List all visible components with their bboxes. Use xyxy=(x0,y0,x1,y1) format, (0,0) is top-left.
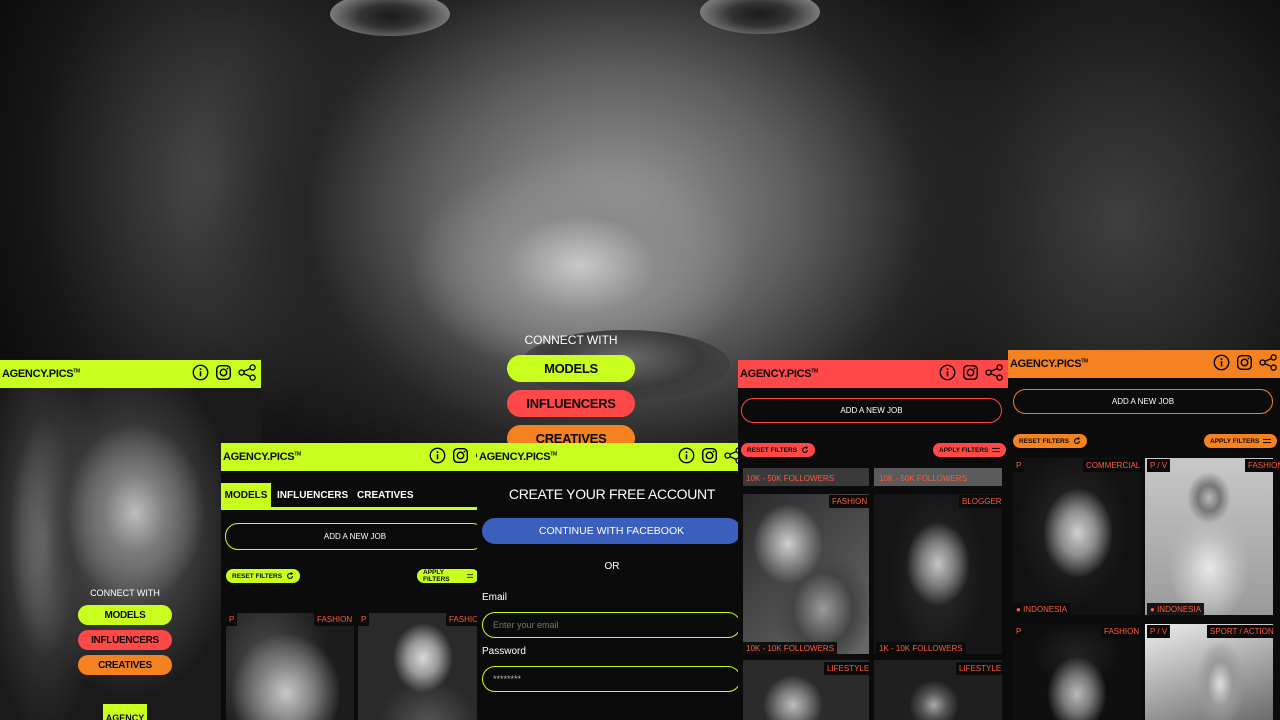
tab-models[interactable]: MODELS xyxy=(221,483,271,507)
apply-filters-button[interactable]: APPLY FILTERS xyxy=(1204,434,1278,448)
info-icon[interactable] xyxy=(678,447,695,464)
refresh-icon xyxy=(287,572,294,579)
share-icon[interactable] xyxy=(238,364,257,381)
refresh-icon xyxy=(802,446,809,453)
top-bar: AGENCY.PICSTM xyxy=(1008,350,1280,378)
share-icon[interactable] xyxy=(1259,354,1278,371)
hero-connect-with-label: CONNECT WITH xyxy=(524,333,618,347)
signup-panel: AGENCY.PICSTM CREATE YOUR FREE ACCOUNT C… xyxy=(477,443,747,720)
tab-underline xyxy=(221,507,479,510)
card-category-tag: BLOGGER xyxy=(959,495,1005,508)
sliders-icon xyxy=(466,574,473,578)
info-icon[interactable] xyxy=(429,447,446,464)
card-category-tag: LIFESTYLE xyxy=(824,662,873,675)
reset-filters-button[interactable]: RESET FILTERS xyxy=(1013,434,1088,448)
tab-creatives[interactable]: CREATIVES xyxy=(357,483,414,507)
location-tag: ● INDONESIA xyxy=(1147,603,1205,616)
instagram-icon[interactable] xyxy=(962,364,979,381)
creative-card-photo xyxy=(1145,458,1273,615)
password-label: Password xyxy=(482,646,526,657)
card-type-badge: P xyxy=(358,613,370,626)
info-icon[interactable] xyxy=(1213,354,1230,371)
instagram-icon[interactable] xyxy=(215,364,232,381)
instagram-icon[interactable] xyxy=(701,447,718,464)
card-category-tag: FASHION xyxy=(1101,625,1143,638)
landing-connect-with-label: CONNECT WITH xyxy=(90,588,160,598)
apply-filters-button[interactable]: APPLY FILTERS xyxy=(933,443,1007,457)
hero-models-button[interactable]: MODELS xyxy=(507,355,635,382)
reset-filters-button[interactable]: RESET FILTERS xyxy=(741,443,816,457)
card-type-badge: P xyxy=(226,613,238,626)
brand-logo[interactable]: AGENCY.PICSTM xyxy=(479,451,557,463)
facebook-login-button[interactable]: CONTINUE WITH FACEBOOK xyxy=(482,518,741,544)
followers-tag: 10k - 10k FOLLOWERS xyxy=(743,642,838,655)
card-category-tag: COMMERCIAL xyxy=(1083,459,1144,472)
hero-influencers-button[interactable]: INFLUENCERS xyxy=(507,390,635,417)
card-type-badge: P xyxy=(1013,625,1025,638)
brand-logo[interactable]: AGENCY.PICSTM xyxy=(740,368,818,380)
card-category-tag: FASHION xyxy=(1245,459,1280,472)
hero-left-eye xyxy=(330,0,450,36)
add-job-button[interactable]: ADD A NEW JOB xyxy=(225,523,479,550)
card-type-badge: P / V xyxy=(1147,625,1171,638)
landing-creatives-button[interactable]: CREATIVES xyxy=(78,655,172,675)
signup-title: CREATE YOUR FREE ACCOUNT xyxy=(508,486,716,502)
landing-models-button[interactable]: MODELS xyxy=(78,605,172,625)
sliders-icon xyxy=(1263,438,1272,444)
location-tag: ● INDONESIA xyxy=(1013,603,1071,616)
hero-right-eye xyxy=(700,0,820,34)
card-category-tag: LIFESTYLE xyxy=(956,662,1005,675)
email-field[interactable] xyxy=(482,612,741,638)
tab-influencers[interactable]: INFLUENCERS xyxy=(277,483,348,507)
card-category-tag: SPORT / ACTION xyxy=(1207,625,1277,638)
card-category-tag: FASHION xyxy=(446,613,479,626)
creative-card-photo xyxy=(1013,624,1141,720)
apply-filters-button[interactable]: APPLY FILTERS xyxy=(417,569,479,583)
brand-logo[interactable]: AGENCY.PICSTM xyxy=(1010,358,1088,370)
card-type-badge: P / V xyxy=(1147,459,1171,472)
info-icon[interactable] xyxy=(192,364,209,381)
add-job-button[interactable]: ADD A NEW JOB xyxy=(1013,389,1273,414)
instagram-icon[interactable] xyxy=(1236,354,1253,371)
card-category-tag: FASHION xyxy=(314,613,356,626)
top-bar: AGENCY.PICSTM xyxy=(738,360,1008,388)
email-label: Email xyxy=(482,592,508,603)
card-type-badge: P xyxy=(1013,459,1025,472)
add-job-button[interactable]: ADD A NEW JOB xyxy=(741,398,1002,423)
sliders-icon xyxy=(992,447,1001,453)
followers-tag: 10k - 50k FOLLOWERS xyxy=(879,474,968,483)
reset-filters-button[interactable]: RESET FILTERS xyxy=(226,569,301,583)
landing-influencers-button[interactable]: INFLUENCERS xyxy=(78,630,172,650)
password-field[interactable]: ******** xyxy=(482,666,741,692)
influencers-panel: AGENCY.PICSTM ADD A NEW JOB RESET FILTER… xyxy=(738,360,1008,720)
influencer-card-photo xyxy=(743,494,869,654)
followers-tag: 1k - 10k FOLLOWERS xyxy=(876,642,966,655)
brand-logo[interactable]: AGENCY.PICSTM xyxy=(223,451,301,463)
landing-agency-button[interactable]: AGENCY xyxy=(103,704,147,720)
influencer-card-photo xyxy=(874,494,1002,654)
refresh-icon xyxy=(1074,437,1081,444)
brand-logo[interactable]: AGENCY.PICSTM xyxy=(2,368,80,380)
creatives-panel: AGENCY.PICSTM ADD A NEW JOB RESET FILTER… xyxy=(1008,350,1280,720)
card-category-tag: FASHION xyxy=(829,495,871,508)
top-bar: AGENCY.PICSTM xyxy=(221,443,479,471)
info-icon[interactable] xyxy=(939,364,956,381)
top-bar: AGENCY.PICSTM xyxy=(0,360,261,388)
model-card-photo xyxy=(358,613,479,720)
instagram-icon[interactable] xyxy=(452,447,469,464)
creative-card-photo xyxy=(1145,624,1273,720)
jobs-models-panel: AGENCY.PICSTM MODELS INFLUENCERS CREATIV… xyxy=(221,443,479,720)
share-icon[interactable] xyxy=(985,364,1004,381)
followers-tag: 10k - 50k FOLLOWERS xyxy=(746,474,835,483)
model-card-photo xyxy=(226,613,354,720)
hero-connect-group: CONNECT WITH MODELS INFLUENCERS CREATIVE… xyxy=(507,333,635,460)
creative-card-photo xyxy=(1013,458,1141,615)
top-bar: AGENCY.PICSTM xyxy=(477,443,747,471)
or-divider: OR xyxy=(604,561,620,572)
